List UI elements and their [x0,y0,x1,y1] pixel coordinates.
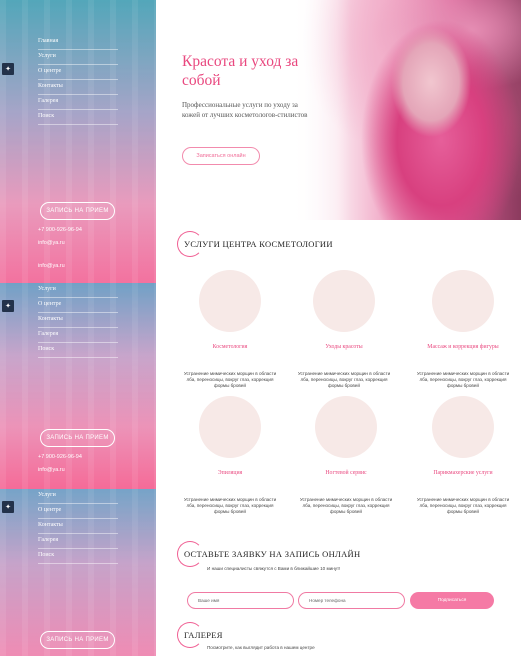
service-description: Устранение мимических морщин в области л… [183,371,277,388]
logo-icon[interactable]: ✦ [2,63,14,75]
menu-item-about[interactable]: О центре [38,504,118,519]
service-card[interactable]: Парикмахерские услуги Устранение мимичес… [413,396,513,515]
sidebar-menu: Услуги О центре Контакты Галерея Поиск [38,489,118,564]
service-card[interactable]: Косметология Устранение мимических морщи… [180,270,280,389]
menu-item-services[interactable]: Услуги [38,50,118,65]
booking-heading-text: ОСТАВЬТЕ ЗАЯВКУ НА ЗАПИСЬ ОНЛАЙН [184,549,361,559]
sidebar-section-1: Главная Услуги О центре Контакты Галерея… [0,0,156,283]
service-description: Устранение мимических морщин в области л… [183,497,277,514]
menu-item-contacts[interactable]: Контакты [38,80,118,95]
service-description: Устранение мимических морщин в области л… [299,497,393,514]
phone-text[interactable]: +7 900-926-96-94 [38,454,82,460]
menu-item-gallery[interactable]: Галерея [38,328,118,343]
menu-item-home[interactable]: Главная [38,35,118,50]
menu-item-search[interactable]: Поиск [38,343,118,358]
phone-text[interactable]: +7 900-926-96-94 [38,227,82,233]
phone-field[interactable]: Номер телефона [298,592,405,609]
menu-item-gallery[interactable]: Галерея [38,95,118,110]
service-description: Устранение мимических морщин в области л… [416,497,510,514]
logo-icon[interactable]: ✦ [2,501,14,513]
email-text[interactable]: info@ya.ru [38,240,65,246]
service-description: Устранение мимических морщин в области л… [416,371,510,388]
service-name[interactable]: Ногтевой сервис [296,470,396,477]
service-card[interactable]: Эпиляция Устранение мимических морщин в … [180,396,280,515]
service-card[interactable]: Ногтевой сервис Устранение мимических мо… [296,396,396,515]
nail-service-photo [315,396,377,458]
menu-item-contacts[interactable]: Контакты [38,519,118,534]
menu-item-about[interactable]: О центре [38,65,118,80]
gallery-heading-text: ГАЛЕРЕЯ [184,630,223,640]
service-name[interactable]: Уходы красоты [294,344,394,351]
appointment-button[interactable]: ЗАПИСЬ НА ПРИЕМ [40,202,115,220]
massage-photo [432,270,494,332]
sidebar-section-2: Услуги О центре Контакты Галерея Поиск ✦… [0,283,156,489]
hero-section: Красота и уход за собой Профессиональные… [156,0,521,220]
services-heading-text: УСЛУГИ ЦЕНТРА КОСМЕТОЛОГИИ [184,239,333,249]
sidebar-menu: Услуги О центре Контакты Галерея Поиск [38,283,118,358]
sidebar-section-3: Услуги О центре Контакты Галерея Поиск ✦… [0,489,156,656]
booking-note: И наши специалисты свяжутся с Вами в бли… [207,566,341,571]
email-text-2[interactable]: info@ya.ru [38,263,65,269]
email-text[interactable]: info@ya.ru [38,467,65,473]
menu-item-about[interactable]: О центре [38,298,118,313]
cosmetology-photo [199,270,261,332]
appointment-button[interactable]: ЗАПИСЬ НА ПРИЕМ [40,631,115,649]
menu-item-gallery[interactable]: Галерея [38,534,118,549]
service-name[interactable]: Парикмахерские услуги [413,470,513,477]
epilation-photo [199,396,261,458]
book-online-button[interactable]: Записаться онлайн [182,147,260,165]
service-name[interactable]: Косметология [180,344,280,351]
menu-item-search[interactable]: Поиск [38,549,118,564]
hairdresser-photo [432,396,494,458]
sidebar-menu: Главная Услуги О центре Контакты Галерея… [38,35,118,125]
booking-heading: ОСТАВЬТЕ ЗАЯВКУ НА ЗАПИСЬ ОНЛАЙН [177,541,360,567]
service-description: Устранение мимических морщин в области л… [297,371,391,388]
services-heading: УСЛУГИ ЦЕНТРА КОСМЕТОЛОГИИ [177,231,333,257]
logo-icon[interactable]: ✦ [2,300,14,312]
appointment-button[interactable]: ЗАПИСЬ НА ПРИЕМ [40,429,115,447]
menu-item-services[interactable]: Услуги [38,489,118,504]
menu-item-contacts[interactable]: Контакты [38,313,118,328]
gallery-note: Посмотрите, как выглядит работа в нашем … [207,645,315,650]
name-field[interactable]: Ваше имя [187,592,294,609]
hero-subtitle: Профессиональные услуги по уходу за коже… [182,101,308,119]
beauty-care-photo [313,270,375,332]
menu-item-services[interactable]: Услуги [38,283,118,298]
service-card[interactable]: Уходы красоты Устранение мимических морщ… [294,270,394,389]
menu-item-search[interactable]: Поиск [38,110,118,125]
sidebar: Главная Услуги О центре Контакты Галерея… [0,0,156,656]
service-name[interactable]: Массаж и коррекция фигуры [413,344,513,351]
hero-title: Красота и уход за собой [182,53,299,89]
subscribe-button[interactable]: Подписаться [410,592,494,609]
service-name[interactable]: Эпиляция [180,470,280,477]
service-card[interactable]: Массаж и коррекция фигуры Устранение мим… [413,270,513,389]
